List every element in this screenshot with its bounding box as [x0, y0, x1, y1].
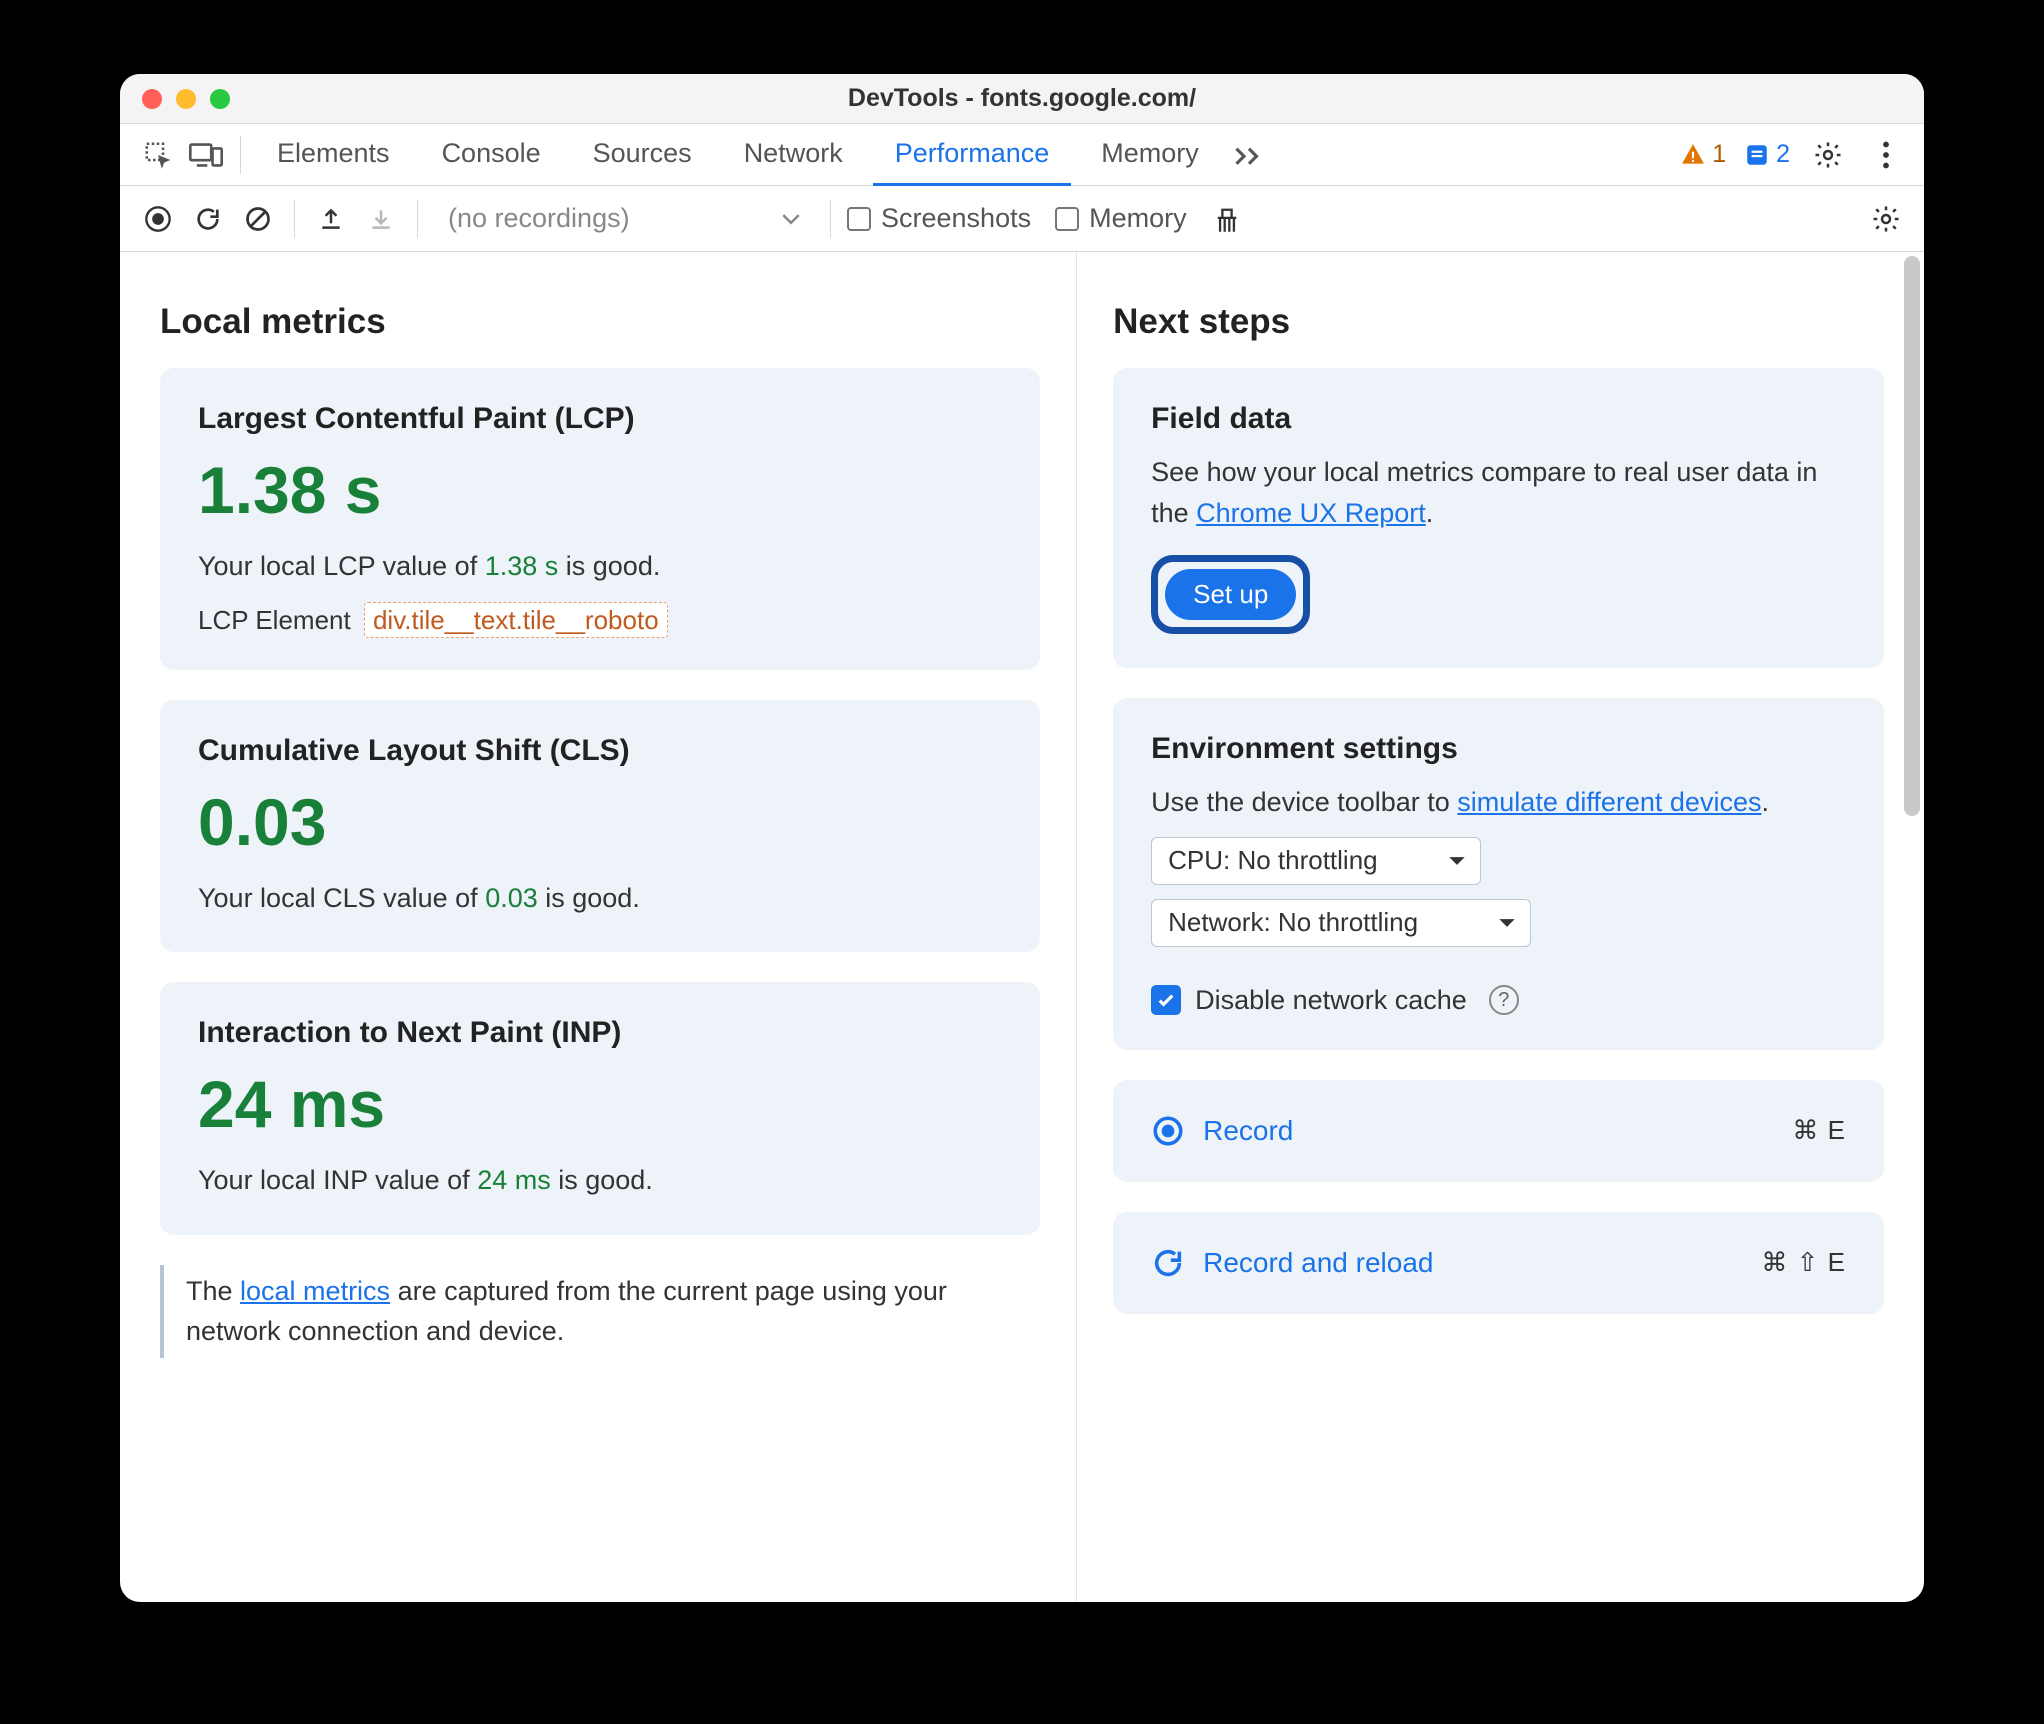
record-circle-icon — [1151, 1114, 1185, 1148]
separator — [240, 136, 241, 174]
field-data-description: See how your local metrics compare to re… — [1151, 452, 1846, 533]
performance-toolbar: (no recordings) Screenshots Memory — [120, 186, 1924, 252]
memory-checkbox[interactable]: Memory — [1055, 203, 1187, 234]
local-metrics-info: The local metrics are captured from the … — [160, 1265, 1040, 1358]
env-title: Environment settings — [1151, 732, 1846, 766]
tab-memory[interactable]: Memory — [1079, 124, 1221, 186]
record-icon[interactable] — [138, 199, 178, 239]
devtools-window: DevTools - fonts.google.com/ Elements Co… — [120, 74, 1924, 1602]
setup-button[interactable]: Set up — [1165, 569, 1296, 620]
lcp-title: Largest Contentful Paint (LCP) — [198, 402, 1002, 436]
window-title: DevTools - fonts.google.com/ — [120, 84, 1924, 113]
capture-settings-icon[interactable] — [1866, 199, 1906, 239]
field-data-card: Field data See how your local metrics co… — [1113, 368, 1884, 668]
device-toolbar-icon[interactable] — [186, 135, 226, 175]
record-shortcut: ⌘ E — [1792, 1115, 1846, 1146]
simulate-devices-link[interactable]: simulate different devices — [1457, 787, 1761, 817]
chevron-down-icon — [1448, 855, 1466, 867]
checkbox-icon — [847, 207, 871, 231]
checkbox-icon — [1055, 207, 1079, 231]
inp-card: Interaction to Next Paint (INP) 24 ms Yo… — [160, 982, 1040, 1235]
tab-elements[interactable]: Elements — [255, 124, 412, 186]
environment-settings-card: Environment settings Use the device tool… — [1113, 698, 1884, 1050]
scrollbar-thumb[interactable] — [1904, 256, 1920, 816]
settings-icon[interactable] — [1808, 135, 1848, 175]
local-metrics-column: Local metrics Largest Contentful Paint (… — [120, 252, 1076, 1602]
lcp-value: 1.38 s — [198, 452, 1002, 528]
lcp-element-row: LCP Element div.tile__text.tile__roboto — [198, 605, 1002, 636]
record-reload-button[interactable]: Record and reload — [1151, 1246, 1433, 1280]
record-reload-card: Record and reload ⌘ ⇧ E — [1113, 1212, 1884, 1314]
panel-tabstrip: Elements Console Sources Network Perform… — [120, 124, 1924, 186]
performance-body: Local metrics Largest Contentful Paint (… — [120, 252, 1924, 1602]
disable-cache-checkbox[interactable]: Disable network cache ? — [1151, 985, 1846, 1016]
recordings-placeholder: (no recordings) — [448, 203, 630, 234]
screenshots-checkbox[interactable]: Screenshots — [847, 203, 1031, 234]
field-data-title: Field data — [1151, 402, 1846, 436]
more-tabs-icon[interactable] — [1229, 135, 1269, 175]
garbage-collect-icon[interactable] — [1207, 199, 1247, 239]
issues-badge[interactable]: 2 — [1744, 140, 1790, 169]
checkbox-checked-icon — [1151, 985, 1181, 1015]
lcp-description: Your local LCP value of 1.38 s is good. — [198, 546, 1002, 587]
network-throttling-dropdown[interactable]: Network: No throttling — [1151, 899, 1531, 947]
warnings-badge[interactable]: 1 — [1680, 140, 1726, 169]
tab-network[interactable]: Network — [722, 124, 865, 186]
chevron-down-icon — [782, 213, 800, 225]
record-button[interactable]: Record — [1151, 1114, 1293, 1148]
inp-description: Your local INP value of 24 ms is good. — [198, 1160, 1002, 1201]
next-steps-column: Next steps Field data See how your local… — [1076, 252, 1924, 1602]
tab-performance[interactable]: Performance — [873, 124, 1072, 186]
reload-icon[interactable] — [188, 199, 228, 239]
separator — [294, 200, 295, 238]
record-card: Record ⌘ E — [1113, 1080, 1884, 1182]
close-window-button[interactable] — [142, 89, 162, 109]
warnings-count: 1 — [1712, 140, 1726, 169]
help-icon[interactable]: ? — [1489, 985, 1519, 1015]
cls-title: Cumulative Layout Shift (CLS) — [198, 734, 1002, 768]
issues-count: 2 — [1776, 140, 1790, 169]
next-steps-heading: Next steps — [1113, 302, 1884, 342]
env-description: Use the device toolbar to simulate diffe… — [1151, 782, 1846, 823]
cpu-throttling-dropdown[interactable]: CPU: No throttling — [1151, 837, 1481, 885]
inp-title: Interaction to Next Paint (INP) — [198, 1016, 1002, 1050]
tab-sources[interactable]: Sources — [571, 124, 714, 186]
minimize-window-button[interactable] — [176, 89, 196, 109]
tab-console[interactable]: Console — [420, 124, 563, 186]
local-metrics-heading: Local metrics — [160, 302, 1040, 342]
clear-icon[interactable] — [238, 199, 278, 239]
cls-value: 0.03 — [198, 784, 1002, 860]
recordings-dropdown[interactable]: (no recordings) — [434, 198, 814, 240]
kebab-menu-icon[interactable] — [1866, 135, 1906, 175]
separator — [417, 200, 418, 238]
separator — [830, 200, 831, 238]
window-controls — [142, 89, 230, 109]
chrome-ux-report-link[interactable]: Chrome UX Report — [1196, 498, 1426, 528]
download-icon[interactable] — [361, 199, 401, 239]
lcp-card: Largest Contentful Paint (LCP) 1.38 s Yo… — [160, 368, 1040, 670]
inp-value: 24 ms — [198, 1066, 1002, 1142]
reload-icon — [1151, 1246, 1185, 1280]
chevron-down-icon — [1498, 917, 1516, 929]
titlebar: DevTools - fonts.google.com/ — [120, 74, 1924, 124]
zoom-window-button[interactable] — [210, 89, 230, 109]
upload-icon[interactable] — [311, 199, 351, 239]
local-metrics-link[interactable]: local metrics — [240, 1276, 390, 1306]
inspect-element-icon[interactable] — [138, 135, 178, 175]
record-reload-shortcut: ⌘ ⇧ E — [1761, 1247, 1846, 1278]
setup-highlight: Set up — [1151, 555, 1310, 634]
cls-description: Your local CLS value of 0.03 is good. — [198, 878, 1002, 919]
cls-card: Cumulative Layout Shift (CLS) 0.03 Your … — [160, 700, 1040, 953]
lcp-element-selector[interactable]: div.tile__text.tile__roboto — [364, 602, 668, 638]
